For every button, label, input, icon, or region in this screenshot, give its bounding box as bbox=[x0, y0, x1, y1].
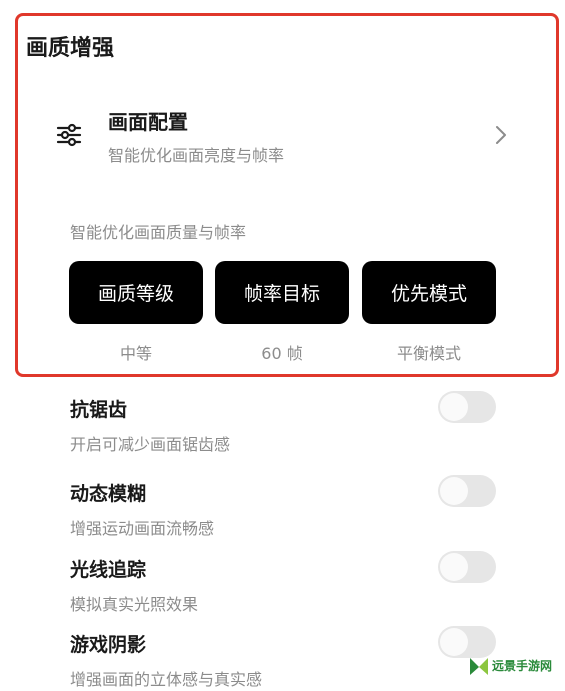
priority-mode-value: 平衡模式 bbox=[396, 344, 461, 363]
toggle-item-motion-blur: 动态模糊 增强运动画面流畅感 bbox=[70, 475, 500, 549]
ray-tracing-toggle[interactable] bbox=[438, 551, 496, 583]
option-buttons: 画质等级 帧率目标 优先模式 bbox=[69, 261, 497, 324]
toggle-desc: 模拟真实光照效果 bbox=[70, 595, 199, 614]
config-subtitle: 智能优化画面亮度与帧率 bbox=[108, 146, 285, 165]
framerate-target-value: 60 帧 bbox=[261, 344, 303, 363]
toggle-knob bbox=[440, 628, 468, 656]
priority-mode-button[interactable]: 优先模式 bbox=[362, 261, 496, 324]
settings-page: 画质增强 画面配置 智能优化画面亮度与帧率 智能优化画面质量与帧率 画质等级 帧… bbox=[0, 0, 565, 691]
quality-level-button[interactable]: 画质等级 bbox=[69, 261, 203, 324]
toggle-desc: 增强画面的立体感与真实感 bbox=[70, 670, 263, 689]
toggle-item-antialiasing: 抗锯齿 开启可减少画面锯齿感 bbox=[70, 391, 500, 465]
toggle-desc: 开启可减少画面锯齿感 bbox=[70, 435, 231, 454]
toggle-desc: 增强运动画面流畅感 bbox=[70, 519, 215, 538]
config-title: 画面配置 bbox=[108, 110, 188, 134]
watermark-logo-icon bbox=[470, 658, 488, 675]
toggle-item-ray-tracing: 光线追踪 模拟真实光照效果 bbox=[70, 551, 500, 625]
chevron-right-icon bbox=[496, 126, 506, 144]
toggle-title: 抗锯齿 bbox=[70, 399, 128, 421]
section-title: 画质增强 bbox=[26, 36, 115, 61]
toggle-title: 光线追踪 bbox=[70, 559, 147, 581]
toggle-knob bbox=[440, 393, 468, 421]
watermark-text: 远景手游网 bbox=[492, 659, 553, 673]
framerate-target-button[interactable]: 帧率目标 bbox=[215, 261, 349, 324]
motion-blur-toggle[interactable] bbox=[438, 475, 496, 507]
toggle-title: 游戏阴影 bbox=[70, 634, 147, 656]
toggle-title: 动态模糊 bbox=[70, 483, 147, 505]
quality-level-value: 中等 bbox=[119, 344, 152, 363]
quality-caption: 智能优化画面质量与帧率 bbox=[70, 223, 247, 242]
toggle-knob bbox=[440, 477, 468, 505]
config-row[interactable]: 画面配置 智能优化画面亮度与帧率 bbox=[46, 96, 526, 176]
sliders-icon bbox=[56, 123, 82, 147]
toggle-item-game-shadows: 游戏阴影 增强画面的立体感与真实感 bbox=[70, 626, 500, 691]
toggle-knob bbox=[440, 553, 468, 581]
watermark: 远景手游网 bbox=[468, 653, 558, 679]
antialiasing-toggle[interactable] bbox=[438, 391, 496, 423]
